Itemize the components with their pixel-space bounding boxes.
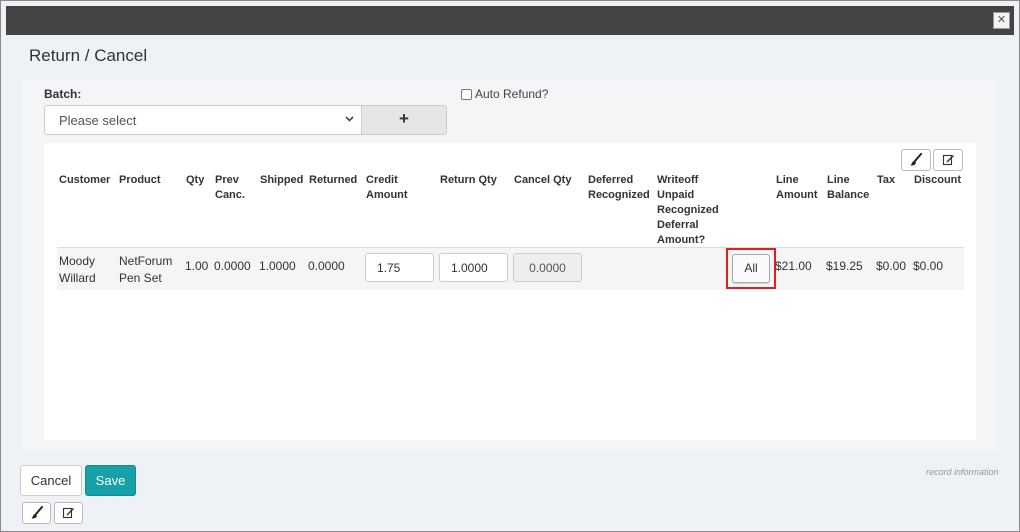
cell-qty: 1.00 [185, 259, 209, 273]
cell-product: NetForum Pen Set [119, 254, 173, 285]
chevron-down-icon [344, 113, 355, 127]
cell-returned: 0.0000 [308, 259, 345, 273]
add-batch-button[interactable]: + [361, 105, 447, 135]
close-icon: ✕ [996, 14, 1007, 26]
batch-label: Batch: [44, 87, 82, 101]
cell-line-balance: $19.25 [826, 259, 863, 273]
cancel-button[interactable]: Cancel [20, 465, 82, 496]
column-header-deferred-recognized: Deferred Recognized [588, 174, 650, 201]
close-button[interactable]: ✕ [993, 12, 1010, 29]
column-header-cancel-qty: Cancel Qty [514, 174, 572, 186]
cell-prev-canc: 0.0000 [214, 259, 251, 273]
record-information-link[interactable]: record information [926, 467, 999, 477]
column-header-line-balance: Line Balance [827, 174, 870, 201]
column-header-return-qty: Return Qty [440, 174, 497, 186]
batch-select-value: Please select [59, 113, 137, 128]
cell-shipped: 1.0000 [259, 259, 296, 273]
column-header-customer: Customer [59, 174, 111, 186]
paintbrush-icon [31, 506, 43, 519]
auto-refund-checkbox[interactable] [461, 88, 472, 100]
form-edit-button[interactable] [54, 502, 83, 524]
cell-tax: $0.00 [876, 259, 907, 273]
column-header-product: Product [119, 174, 161, 186]
save-button[interactable]: Save [85, 465, 136, 496]
column-header-discount: Discount [914, 174, 962, 186]
cell-discount: $0.00 [913, 259, 944, 273]
writeoff-all-button[interactable]: All [732, 254, 770, 283]
edit-icon [942, 154, 954, 166]
plus-icon: + [399, 109, 409, 128]
auto-refund-label: Auto Refund? [475, 87, 549, 101]
grid-edit-button[interactable] [933, 149, 963, 171]
cancel-qty-input: 0.0000 [513, 253, 582, 282]
paintbrush-icon [910, 153, 922, 166]
return-qty-input[interactable]: 1.0000 [439, 253, 508, 282]
form-style-button[interactable] [22, 502, 51, 524]
credit-amount-input[interactable]: 1.75 [365, 253, 434, 282]
cell-line-amount: $21.00 [775, 259, 812, 273]
dialog-title: Return / Cancel [29, 46, 148, 65]
window-titlebar: ✕ [6, 6, 1014, 35]
batch-select[interactable]: Please select [44, 105, 362, 135]
column-header-shipped: Shipped [260, 174, 304, 186]
column-header-credit-amount: Credit Amount [366, 174, 408, 201]
column-header-tax: Tax [877, 174, 896, 186]
column-header-prev-canc: Prev Canc. [215, 174, 245, 201]
cell-customer: Moody Willard [59, 254, 96, 285]
column-header-writeoff: Writeoff Unpaid Recognized Deferral Amou… [657, 174, 719, 246]
edit-icon [62, 507, 74, 519]
column-header-line-amount: Line Amount [776, 174, 818, 201]
column-header-returned: Returned [309, 174, 358, 186]
grid-style-button[interactable] [901, 149, 931, 171]
auto-refund-option[interactable]: Auto Refund? [461, 87, 548, 101]
column-header-qty: Qty [186, 174, 205, 186]
